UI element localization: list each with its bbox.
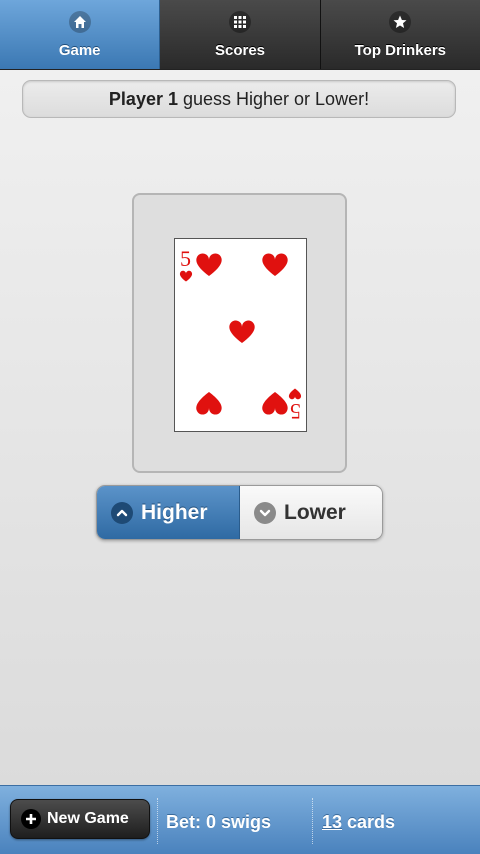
tab-bar: Game Scores Top Drinkers: [0, 0, 480, 70]
lower-label: Lower: [284, 500, 346, 524]
player-name: Player 1: [108, 89, 178, 109]
tab-label: Game: [58, 42, 101, 59]
star-icon: [389, 11, 412, 33]
heart-pip: [229, 320, 255, 343]
bet-status: Bet: 0 swigs: [166, 812, 272, 832]
chevron-up-icon: [111, 501, 133, 524]
card-frame: 5 5: [132, 193, 347, 473]
new-game-label: New Game: [47, 810, 129, 827]
heart-pip: [196, 253, 222, 276]
divider: [312, 798, 313, 844]
heart-pip: [196, 392, 222, 415]
home-icon: [68, 11, 91, 33]
card-rank-bottom: 5: [290, 399, 301, 424]
tab-label: Scores: [214, 42, 266, 59]
card-rank-top: 5: [180, 246, 191, 271]
grid-icon: [228, 11, 251, 33]
cards-suffix: cards: [342, 812, 396, 832]
lower-button[interactable]: Lower: [240, 486, 382, 539]
status-message: guess Higher or Lower!: [177, 89, 370, 109]
tab-game[interactable]: Game: [0, 0, 161, 69]
tab-scores[interactable]: Scores: [160, 0, 321, 69]
chevron-down-icon: [254, 501, 276, 524]
playing-card: 5 5: [174, 238, 307, 432]
tab-top-drinkers[interactable]: Top Drinkers: [320, 0, 480, 69]
cards-remaining: 13 cards: [322, 812, 395, 833]
divider: [157, 798, 158, 844]
heart-pip: [262, 392, 288, 415]
footer-bar: New Game Bet: 0 swigs 13 cards: [0, 785, 480, 854]
higher-label: Higher: [141, 500, 208, 524]
turn-status-bar: Player 1 guess Higher or Lower!: [22, 80, 456, 118]
tab-label: Top Drinkers: [354, 42, 447, 59]
plus-icon: [21, 809, 41, 829]
heart-pip: [262, 253, 288, 276]
card-count-link[interactable]: 13: [322, 812, 342, 832]
new-game-button[interactable]: New Game: [10, 799, 150, 839]
guess-control: Higher Lower: [96, 485, 383, 540]
higher-button[interactable]: Higher: [97, 486, 240, 539]
